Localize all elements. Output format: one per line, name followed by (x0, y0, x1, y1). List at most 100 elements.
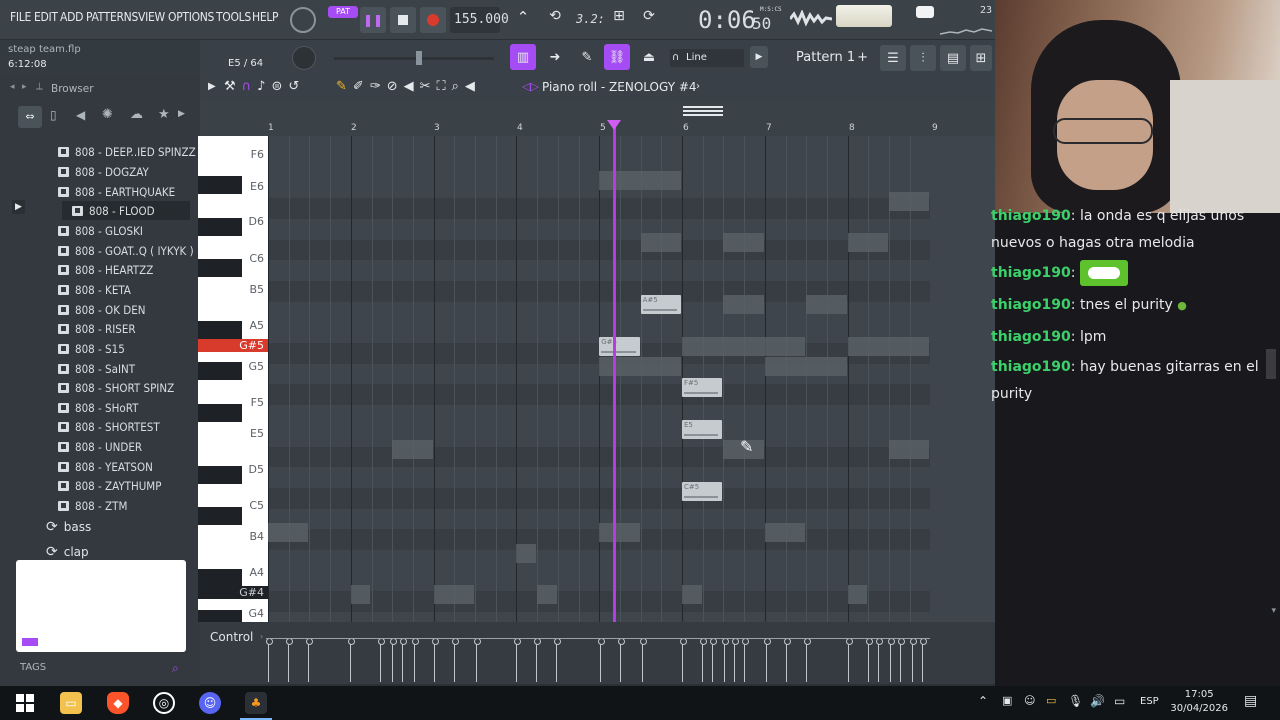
browser-item[interactable]: 808 - ZAYTHUMP (58, 476, 161, 495)
playhead-marker[interactable] (607, 120, 621, 130)
note[interactable]: E5 (682, 419, 723, 439)
velocity-stem[interactable] (474, 638, 481, 682)
black-key[interactable] (198, 218, 242, 236)
blend-recording-button[interactable]: ⟳ (636, 8, 662, 32)
mixer-button[interactable]: ▤ (940, 45, 966, 71)
control-lane[interactable]: Control › (200, 622, 995, 684)
browser-item[interactable]: 808 - RISER (58, 319, 136, 338)
discord-button[interactable]: ☺ (199, 692, 221, 714)
tray-discord-icon[interactable]: ☺ (1024, 694, 1035, 707)
browser-item[interactable]: 808 - KETA (58, 280, 131, 299)
chat-username[interactable]: thiago190 (991, 359, 1071, 375)
browser-more-icon[interactable]: ▶ (178, 109, 185, 119)
velocity-stem[interactable] (866, 638, 873, 682)
pattern-prev-button[interactable]: ▶ (750, 46, 768, 68)
speaker-icon[interactable]: ◀ (76, 108, 85, 122)
note[interactable]: A#5 (640, 295, 681, 315)
magnet-icon[interactable]: ∩ (242, 79, 258, 94)
velocity-stem[interactable] (846, 638, 853, 682)
stamp-button[interactable]: ⏏ (636, 44, 662, 70)
chat-username[interactable]: thiago190 (991, 329, 1071, 345)
velocity-stem[interactable] (732, 638, 739, 682)
velocity-stem[interactable] (888, 638, 895, 682)
pattern-add-button[interactable]: + (857, 46, 868, 70)
volume-icon[interactable]: 🔊 (1090, 694, 1105, 708)
browser-item[interactable]: 808 - OK DEN (58, 300, 146, 319)
file-explorer-button[interactable]: ▭ (60, 692, 82, 714)
browser-item[interactable]: 808 - FLOOD (62, 201, 190, 220)
plugin-db-icon[interactable]: ✺ (102, 107, 113, 122)
browser-item[interactable]: 808 - SHoRT (58, 398, 138, 417)
input-language[interactable]: ESP (1140, 696, 1159, 707)
delete-tool-icon[interactable]: ⊘ (387, 79, 404, 94)
note-icon[interactable]: ♪ (257, 79, 271, 94)
black-key[interactable] (198, 321, 242, 339)
tempo-display[interactable]: 155.000 (450, 7, 509, 33)
collapse-icon[interactable]: ◂ (10, 82, 15, 92)
brush-tool-icon[interactable]: ✑ (370, 79, 387, 94)
start-button[interactable] (14, 692, 36, 714)
microphone-icon[interactable]: 🎙 (1068, 694, 1083, 708)
grid-empty-area[interactable] (930, 136, 995, 622)
menu-tools[interactable]: TOOLS (216, 10, 251, 24)
menu-help[interactable]: HELP (252, 10, 279, 24)
chat-username[interactable]: thiago190 (991, 265, 1071, 281)
velocity-stem[interactable] (432, 638, 439, 682)
velocity-stem[interactable] (742, 638, 749, 682)
undo-icon[interactable]: ↺ (288, 79, 305, 94)
velocity-stem[interactable] (598, 638, 605, 682)
velocity-stem[interactable] (876, 638, 883, 682)
mute-icon[interactable]: ◀ (404, 79, 420, 94)
expand-icon[interactable]: ▸ (22, 82, 27, 92)
velocity-stem[interactable] (910, 638, 917, 682)
velocity-stem[interactable] (764, 638, 771, 682)
mute-tool-icon[interactable]: ⊜ (271, 79, 288, 94)
timeline-ruler[interactable]: 1 2 3 4 5 6 7 8 9 (265, 100, 995, 136)
notification-icon[interactable]: ▤ (1244, 693, 1257, 709)
tray-app-icon[interactable]: ▣ (1002, 694, 1012, 707)
browser-item[interactable]: 808 - SaINT (58, 359, 135, 378)
pat-song-toggle[interactable]: PAT (328, 6, 358, 18)
browser-options-icon[interactable]: ⟂ (36, 81, 43, 92)
network-icon[interactable]: ▭ (1114, 694, 1125, 708)
brave-button[interactable]: ◆ (107, 692, 129, 714)
chat-username[interactable]: thiago190 (991, 297, 1071, 313)
browser-item[interactable]: 808 - HEARTZZ (58, 260, 153, 279)
menu-view[interactable]: VIEW (138, 10, 165, 24)
draw-tool-button[interactable]: ✎ (574, 44, 600, 70)
menu-edit[interactable]: EDIT (34, 10, 58, 24)
slice-tool-icon[interactable]: ✂ (420, 79, 437, 94)
browser-all-button[interactable]: ⇔ (18, 106, 42, 128)
black-key[interactable] (198, 610, 242, 622)
velocity-stem[interactable] (514, 638, 521, 682)
velocity-stem[interactable] (680, 638, 687, 682)
zoom-tool-icon[interactable]: ⌕ (452, 79, 465, 94)
black-key[interactable] (198, 176, 242, 194)
velocity-stem[interactable] (618, 638, 625, 682)
main-volume-slider[interactable] (334, 51, 494, 65)
paint-tool-icon[interactable]: ✐ (353, 79, 370, 94)
velocity-stem[interactable] (286, 638, 293, 682)
fl-studio-button[interactable]: ♣ (245, 692, 267, 714)
piano-roll-menu-arrow[interactable]: ▶ (208, 81, 216, 92)
channel-rack-button[interactable]: ⫶ (910, 45, 936, 71)
tray-chevron-icon[interactable]: ⌃ (978, 694, 988, 708)
velocity-stem[interactable] (804, 638, 811, 682)
playback-tool-icon[interactable]: ◀ (465, 79, 481, 94)
pause-button[interactable]: ❚❚ (360, 7, 386, 33)
velocity-stem[interactable] (920, 638, 927, 682)
velocity-stem[interactable] (348, 638, 355, 682)
cloud-icon[interactable]: ☁ (130, 107, 143, 122)
typing-keyboard-button[interactable]: ⊞ (606, 8, 632, 32)
sample-preview[interactable] (16, 560, 186, 652)
folder-bass[interactable]: ⟳ bass (46, 519, 91, 535)
folder-clap[interactable]: ⟳ clap (46, 544, 89, 560)
black-key[interactable] (198, 507, 242, 525)
velocity-stem[interactable] (710, 638, 717, 682)
chat-scrollbar[interactable] (1266, 349, 1276, 379)
menu-patterns[interactable]: PATTERNS (86, 10, 138, 24)
pencil-tool-icon[interactable]: ✎ (336, 79, 353, 94)
velocity-stem[interactable] (400, 638, 407, 682)
metronome-button[interactable]: ⌃ (510, 8, 536, 32)
title-chevron-icon[interactable]: › (696, 81, 700, 92)
